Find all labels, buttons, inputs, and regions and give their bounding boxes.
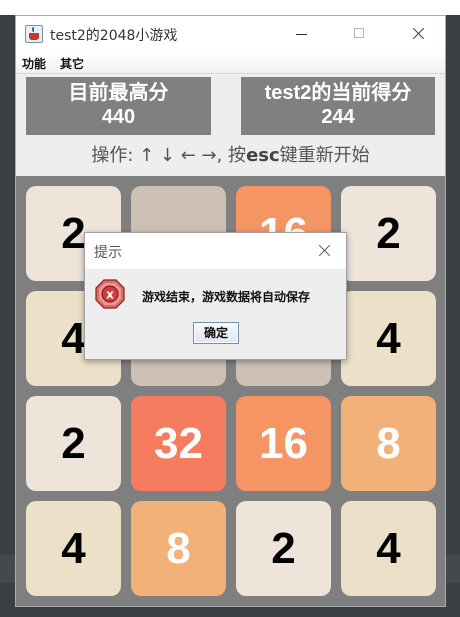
- best-score-box: 目前最高分 440: [26, 77, 211, 135]
- current-score-value: 244: [321, 106, 355, 128]
- current-score-label: test2的当前得分: [264, 82, 412, 104]
- minimize-button[interactable]: [278, 16, 324, 52]
- tile-r4-c2: 8: [131, 501, 226, 596]
- window-title: test2的2048小游戏: [50, 28, 178, 44]
- tile-r3-c3: 16: [236, 396, 331, 491]
- instructions-prefix: 操作: ↑ ↓ ← →, 按: [91, 145, 247, 166]
- best-score-label: 目前最高分: [68, 82, 169, 104]
- menu-function[interactable]: 功能: [22, 55, 46, 72]
- dialog-title: 提示: [94, 245, 122, 261]
- svg-text:x: x: [106, 288, 114, 302]
- ok-button[interactable]: 确定: [193, 322, 239, 344]
- error-icon: x: [95, 279, 125, 309]
- game-over-dialog: 提示 x 游戏结束，游戏数据将自动保存 确定: [84, 232, 347, 360]
- tile-r4-c3: 2: [236, 501, 331, 596]
- instructions-suffix: 键重新开始: [279, 145, 370, 166]
- dialog-message: 游戏结束，游戏数据将自动保存: [142, 290, 311, 304]
- dialog-close-icon[interactable]: [317, 243, 333, 259]
- tile-r4-c4: 4: [341, 501, 436, 596]
- close-window-button[interactable]: [395, 16, 441, 52]
- tile-r3-c1: 2: [26, 396, 121, 491]
- menu-other[interactable]: 其它: [60, 55, 84, 72]
- instructions-text: 操作: ↑ ↓ ← →, 按esc键重新开始: [16, 141, 445, 167]
- tile-r2-c4: 4: [341, 291, 436, 386]
- tile-r1-c4: 2: [341, 186, 436, 281]
- score-panel: 目前最高分 440 test2的当前得分 244 操作: ↑ ↓ ← →, 按e…: [16, 74, 445, 176]
- java-app-icon: [25, 25, 43, 43]
- tile-r3-c2: 32: [131, 396, 226, 491]
- desktop-strip: [0, 0, 460, 15]
- maximize-button[interactable]: [336, 16, 382, 52]
- best-score-value: 440: [101, 106, 136, 128]
- menu-bar: 功能 其它: [16, 52, 445, 74]
- instructions-key: esc: [246, 145, 280, 166]
- dialog-title-bar[interactable]: 提示: [85, 233, 346, 269]
- tile-r3-c4: 8: [341, 396, 436, 491]
- title-bar[interactable]: test2的2048小游戏: [16, 16, 445, 52]
- tile-r4-c1: 4: [26, 501, 121, 596]
- current-score-box: test2的当前得分 244: [241, 77, 435, 135]
